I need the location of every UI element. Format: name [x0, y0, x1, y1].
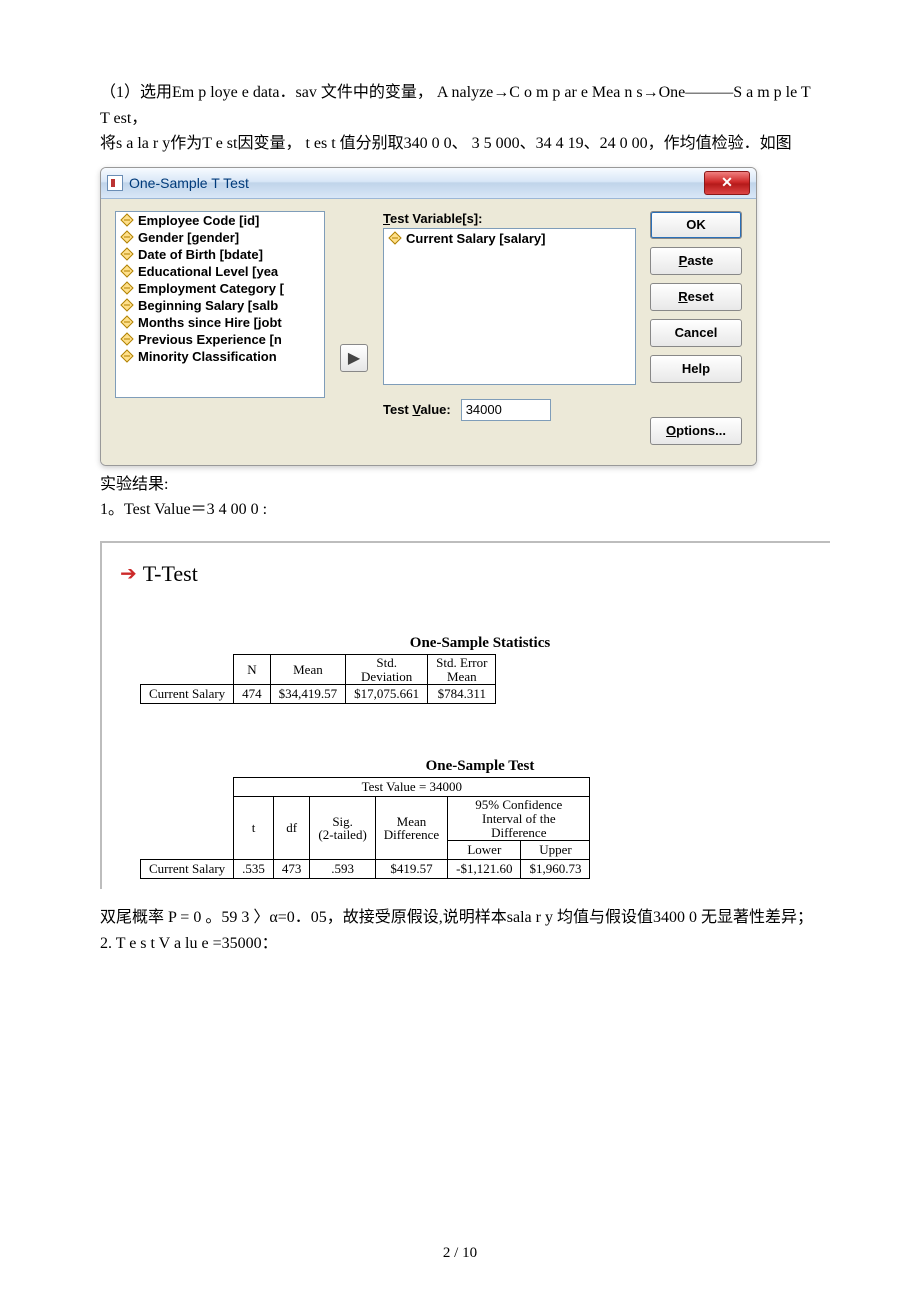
test-value-input[interactable] [461, 399, 551, 421]
paragraph-3: 实验结果: [100, 472, 820, 498]
move-right-button[interactable]: ▶ [340, 344, 368, 372]
paragraph-4: 1。Test Value＝3 4 00 0 : [100, 497, 820, 523]
scale-var-icon [120, 315, 134, 329]
close-button[interactable]: ✕ [704, 171, 750, 195]
list-item[interactable]: Beginning Salary [salb [116, 297, 324, 314]
output-title: ➔ T-Test [120, 561, 820, 587]
scale-var-icon [120, 281, 134, 295]
list-item[interactable]: Employment Category [ [116, 280, 324, 297]
reset-button[interactable]: Reset [650, 283, 742, 311]
one-sample-t-test-dialog: One-Sample T Test ✕ Employee Code [id] G… [100, 167, 757, 466]
test-value-label: Test Value: [383, 402, 451, 417]
spss-app-icon [107, 175, 123, 191]
list-item[interactable]: Months since Hire [jobt [116, 314, 324, 331]
paragraph-1: （1）选用Em p loye e data．sav 文件中的变量， A naly… [100, 80, 820, 131]
scale-var-icon [120, 298, 134, 312]
test-table-title: One-Sample Test [140, 758, 820, 775]
stats-table-title: One-Sample Statistics [140, 635, 820, 652]
help-button[interactable]: Help [650, 355, 742, 383]
scale-var-icon [120, 230, 134, 244]
test-variable-list[interactable]: Current Salary [salary] [383, 228, 636, 385]
cancel-button[interactable]: Cancel [650, 319, 742, 347]
list-item[interactable]: Gender [gender] [116, 229, 324, 246]
list-item[interactable]: Previous Experience [n [116, 331, 324, 348]
scale-var-icon [388, 231, 402, 245]
arrow-right-icon: ➔ [120, 561, 137, 586]
table-row: Current Salary 474 $34,419.57 $17,075.66… [141, 685, 496, 704]
triangle-right-icon: ▶ [348, 348, 360, 368]
source-variable-list[interactable]: Employee Code [id] Gender [gender] Date … [115, 211, 325, 398]
paragraph-5: 双尾概率 P = 0 。59 3 〉α=0．05，故接受原假设,说明样本sala… [100, 905, 820, 931]
list-item[interactable]: Date of Birth [bdate] [116, 246, 324, 263]
paste-button[interactable]: Paste [650, 247, 742, 275]
one-sample-statistics-table: N Mean Std.Deviation Std. ErrorMean Curr… [140, 654, 496, 704]
test-variables-label: Test Variable[s]: [383, 211, 636, 226]
page-number: 2 / 10 [0, 1245, 920, 1262]
dialog-title: One-Sample T Test [129, 175, 249, 191]
list-item[interactable]: Employee Code [id] [116, 212, 324, 229]
list-item[interactable]: Educational Level [yea [116, 263, 324, 280]
list-item[interactable]: Minority Classification [116, 348, 324, 365]
scale-var-icon [120, 349, 134, 363]
scale-var-icon [120, 247, 134, 261]
options-button[interactable]: Options... [650, 417, 742, 445]
paragraph-6: 2. T e s t V a lu e =35000： [100, 931, 820, 957]
one-sample-test-table: Test Value = 34000 t df Sig.(2-tailed) M… [140, 777, 590, 879]
scale-var-icon [120, 264, 134, 278]
list-item[interactable]: Current Salary [salary] [384, 229, 635, 248]
spss-output-panel: ➔ T-Test One-Sample Statistics N Mean St… [100, 541, 830, 889]
paragraph-2: 将s a la r y作为T e st因变量， t es t 值分别取340 0… [100, 131, 820, 157]
table-row: Current Salary .535 473 .593 $419.57 -$1… [141, 860, 590, 879]
ok-button[interactable]: OK [650, 211, 742, 239]
scale-var-icon [120, 332, 134, 346]
scale-var-icon [120, 213, 134, 227]
dialog-titlebar: One-Sample T Test ✕ [101, 168, 756, 199]
